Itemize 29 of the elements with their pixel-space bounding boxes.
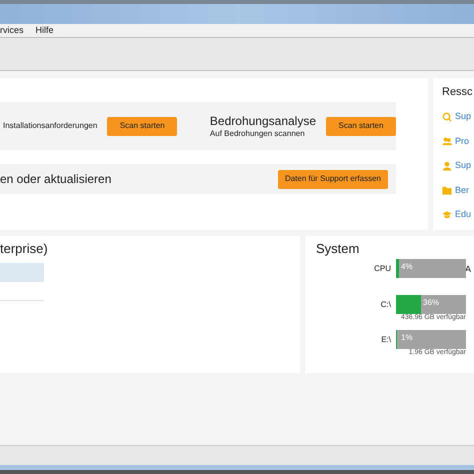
task-title: Bedrohungsanalyse [210, 114, 316, 128]
meter-label: E:\ [381, 334, 391, 346]
meter-label: C:\ [380, 298, 391, 311]
task-description: Installationsanforderungen [3, 121, 98, 131]
panel-title: terprise) [0, 241, 49, 258]
menu-item[interactable]: Hilfe [36, 26, 54, 35]
task-description: Auf Bedrohungen scannen [210, 128, 306, 138]
person-icon [442, 160, 452, 171]
meter-reading: 4% [401, 263, 413, 272]
scan-button[interactable]: Scan starten [107, 116, 178, 136]
panel-title: Ressc [442, 85, 474, 100]
resource-link[interactable]: Sup [455, 159, 472, 172]
meter-reading: 1% [401, 334, 413, 342]
resource-link[interactable]: Sup [455, 110, 472, 124]
resource-link[interactable]: Ber [455, 184, 470, 197]
panel-title: System [316, 241, 360, 258]
meter-label: CPU [374, 262, 391, 275]
resource-link[interactable]: Edu [455, 208, 472, 222]
menu-item[interactable]: rvices [0, 26, 24, 35]
resource-link[interactable]: Pro [455, 134, 470, 148]
search-icon [442, 112, 452, 122]
folder-icon [442, 185, 452, 196]
meter-reading: 36% [423, 299, 440, 308]
support-data-button[interactable]: Daten für Support erfassen [278, 170, 388, 188]
people-icon [442, 136, 452, 146]
task-title: en oder aktualisieren [0, 171, 112, 188]
scan-button[interactable]: Scan starten [326, 116, 396, 136]
list-row[interactable] [0, 263, 44, 282]
graduation-cap-icon [442, 210, 452, 220]
